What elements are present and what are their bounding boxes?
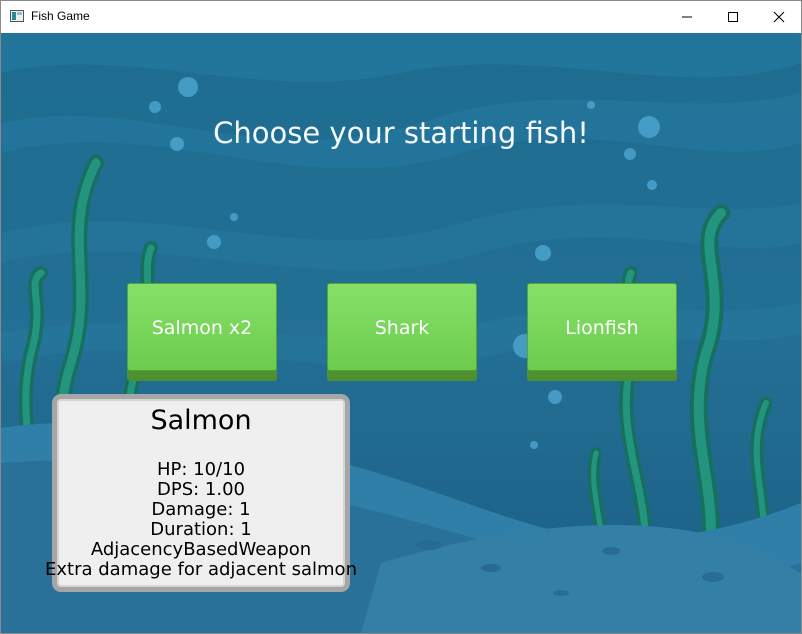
close-icon [773, 11, 785, 23]
hp-stat: HP: 10/10 [156, 459, 246, 480]
app-icon [10, 10, 24, 22]
maximize-icon [728, 12, 738, 22]
salmon-button[interactable]: Salmon x2 [127, 283, 277, 381]
fish-info-tooltip: Salmon HP: 10/10 DPS: 1.00 Damage: 1 Dur… [45, 394, 357, 592]
dps-stat: DPS: 1.00 [156, 479, 245, 500]
tooltip-title: Salmon [150, 405, 252, 436]
damage-stat: Damage: 1 [151, 499, 251, 520]
page-title: Choose your starting fish! [213, 116, 589, 150]
duration-stat: Duration: 1 [150, 519, 252, 540]
game-canvas: Choose your starting fish! Salmon x2 Sha… [1, 33, 801, 633]
shark-button-label: Shark [374, 317, 430, 339]
lionfish-button-label: Lionfish [565, 317, 639, 339]
tooltip-stats: HP: 10/10 DPS: 1.00 Damage: 1 Duration: … [37, 460, 365, 580]
weapon-type: AdjacencyBasedWeapon [90, 539, 312, 560]
maximize-button[interactable] [710, 1, 756, 33]
weapon-description: Extra damage for adjacent salmon [45, 559, 357, 580]
title-bar[interactable]: Fish Game [1, 1, 801, 33]
lionfish-button[interactable]: Lionfish [527, 283, 677, 381]
window-title: Fish Game [31, 9, 90, 23]
close-button[interactable] [756, 1, 801, 33]
salmon-button-label: Salmon x2 [151, 317, 253, 339]
app-window: Fish Game Choose your starting fish! Sal… [0, 0, 802, 634]
minimize-button[interactable] [664, 1, 710, 33]
shark-button[interactable]: Shark [327, 283, 477, 381]
minimize-icon [682, 16, 692, 18]
